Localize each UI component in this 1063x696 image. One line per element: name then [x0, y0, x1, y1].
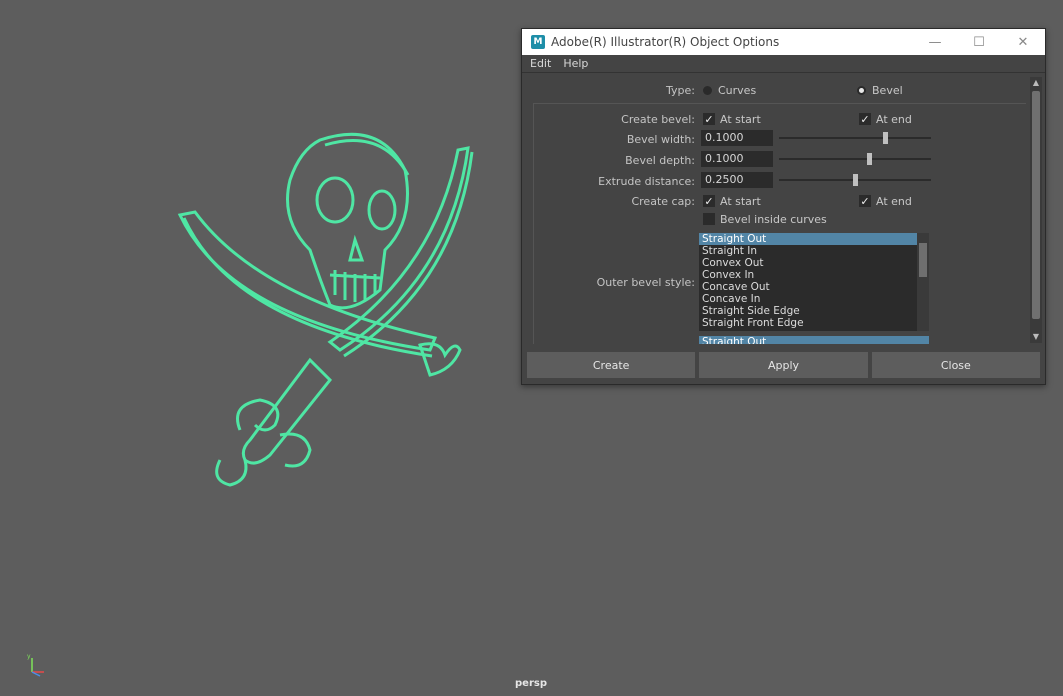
- apply-button[interactable]: Apply: [699, 352, 868, 378]
- close-window-button[interactable]: ✕: [1001, 29, 1045, 55]
- axis-gizmo-icon: y: [27, 653, 44, 677]
- list-scroll-thumb[interactable]: [919, 243, 927, 277]
- list-scrollbar[interactable]: [917, 233, 929, 331]
- type-curves-radio[interactable]: Curves: [703, 81, 756, 99]
- minimize-button[interactable]: —: [913, 29, 957, 55]
- bevel-inside-curves-checkbox[interactable]: Bevel inside curves: [703, 210, 827, 228]
- list-item[interactable]: Concave Out: [699, 281, 929, 293]
- create-cap-label: Create cap:: [631, 195, 695, 208]
- radio-icon: [703, 85, 712, 95]
- create-button[interactable]: Create: [527, 352, 696, 378]
- checkmark-icon: ✓: [859, 112, 871, 126]
- checkmark-icon: ✓: [859, 194, 871, 208]
- outer-bevel-style-label: Outer bevel style:: [596, 276, 695, 289]
- type-label: Type:: [666, 84, 695, 97]
- type-bevel-radio[interactable]: Bevel: [857, 81, 903, 99]
- maya-app-icon: M: [531, 35, 545, 49]
- slider-thumb[interactable]: [883, 132, 888, 144]
- extrude-distance-label: Extrude distance:: [598, 175, 695, 188]
- create-cap-at-end-checkbox[interactable]: ✓ At end: [859, 192, 912, 210]
- radio-selected-icon: [857, 85, 866, 95]
- svg-text:y: y: [27, 653, 31, 660]
- scroll-down-arrow-icon[interactable]: ▼: [1030, 331, 1042, 343]
- options-scrollbar[interactable]: ▲ ▼: [1030, 77, 1042, 343]
- pirate-skull-crossed-swords-model[interactable]: [170, 100, 490, 500]
- list-item[interactable]: Concave In: [699, 293, 929, 305]
- list-item[interactable]: Convex Out: [699, 257, 929, 269]
- list-item[interactable]: Convex In: [699, 269, 929, 281]
- dialog-titlebar[interactable]: M Adobe(R) Illustrator(R) Object Options…: [522, 29, 1045, 55]
- slider-thumb[interactable]: [867, 153, 872, 165]
- unchecked-box-icon: [703, 213, 715, 225]
- dialog-title: Adobe(R) Illustrator(R) Object Options: [551, 35, 780, 49]
- list-item[interactable]: Straight Out: [699, 336, 929, 344]
- bevel-depth-label: Bevel depth:: [625, 154, 695, 167]
- scroll-up-arrow-icon[interactable]: ▲: [1030, 77, 1042, 89]
- bevel-width-label: Bevel width:: [626, 133, 695, 146]
- create-bevel-at-end-checkbox[interactable]: ✓ At end: [859, 110, 912, 128]
- checkmark-icon: ✓: [703, 112, 715, 126]
- maximize-button[interactable]: ☐: [957, 29, 1001, 55]
- create-bevel-label: Create bevel:: [621, 113, 695, 126]
- close-button[interactable]: Close: [871, 352, 1040, 378]
- list-item[interactable]: Straight Out: [699, 233, 929, 245]
- menu-edit[interactable]: Edit: [530, 57, 551, 70]
- checkmark-icon: ✓: [703, 194, 715, 208]
- dialog-button-bar: Create Apply Close: [527, 352, 1040, 378]
- scroll-thumb[interactable]: [1032, 91, 1040, 319]
- list-item[interactable]: Straight Side Edge: [699, 305, 929, 317]
- bevel-depth-field[interactable]: 0.1000: [701, 151, 773, 167]
- options-content: Type: Curves Bevel Create bevel: ✓ At st…: [527, 75, 1026, 344]
- list-item[interactable]: Straight Front Edge: [699, 317, 929, 329]
- slider-thumb[interactable]: [853, 174, 858, 186]
- bevel-width-field[interactable]: 0.1000: [701, 130, 773, 146]
- extrude-distance-field[interactable]: 0.2500: [701, 172, 773, 188]
- bevel-width-slider[interactable]: [779, 132, 931, 144]
- create-bevel-at-start-checkbox[interactable]: ✓ At start: [703, 110, 761, 128]
- menu-bar: Edit Help: [522, 55, 1045, 73]
- menu-help[interactable]: Help: [563, 57, 588, 70]
- next-bevel-style-list[interactable]: Straight Out: [699, 336, 929, 344]
- bevel-depth-slider[interactable]: [779, 153, 931, 165]
- camera-name-label: persp: [515, 678, 547, 689]
- illustrator-object-options-dialog: M Adobe(R) Illustrator(R) Object Options…: [521, 28, 1046, 385]
- create-cap-at-start-checkbox[interactable]: ✓ At start: [703, 192, 761, 210]
- list-item[interactable]: Straight In: [699, 245, 929, 257]
- outer-bevel-style-list[interactable]: Straight Out Straight In Convex Out Conv…: [699, 233, 929, 331]
- extrude-distance-slider[interactable]: [779, 174, 931, 186]
